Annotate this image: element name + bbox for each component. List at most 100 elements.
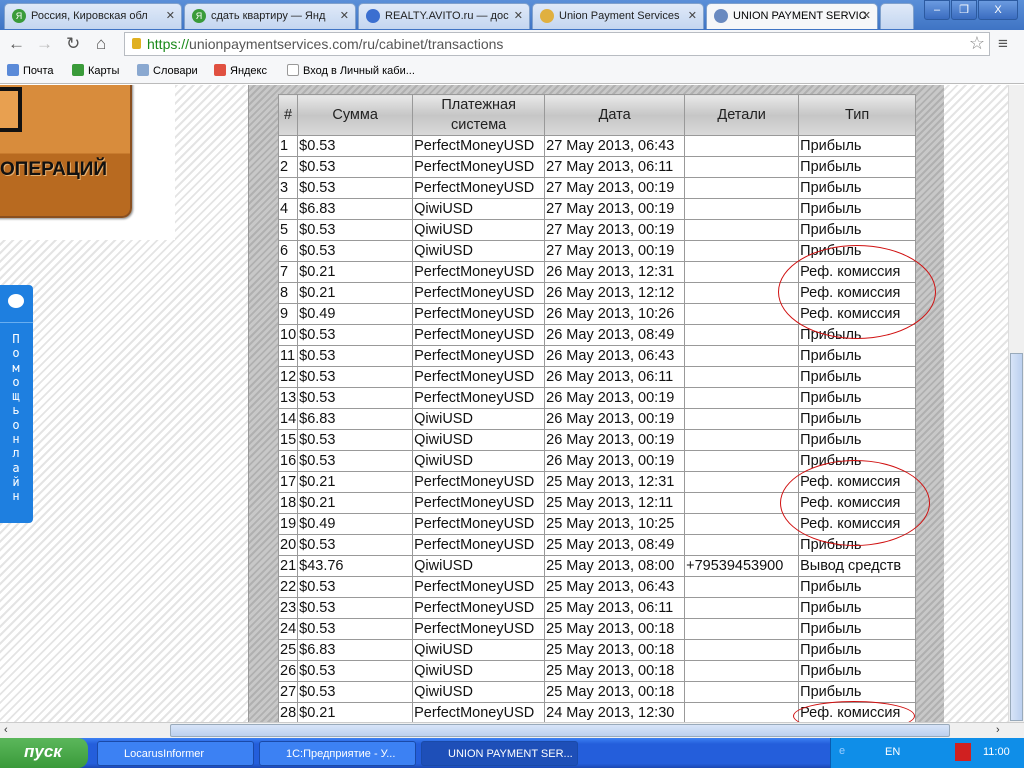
tab-ups-active[interactable]: UNION PAYMENT SERVIC ✕ bbox=[706, 3, 878, 29]
cell-details bbox=[684, 198, 800, 220]
close-tab-icon[interactable]: ✕ bbox=[514, 9, 523, 22]
avito-icon bbox=[366, 9, 380, 23]
new-tab-button[interactable] bbox=[880, 3, 914, 29]
chat-icon bbox=[8, 294, 24, 308]
cell-number: 6 bbox=[277, 240, 299, 262]
reload-icon[interactable]: ↻ bbox=[66, 34, 80, 54]
cell-type: Прибыль bbox=[798, 219, 917, 241]
cell-payment-system: QiwiUSD bbox=[412, 681, 546, 703]
menu-icon[interactable]: ≡ bbox=[998, 34, 1008, 54]
cell-details bbox=[684, 471, 800, 493]
tab-russia[interactable]: Я Россия, Кировская обл ✕ bbox=[4, 3, 182, 29]
taskbar-chrome[interactable]: UNION PAYMENT SER... bbox=[421, 741, 578, 766]
taskbar: пуск LocarusInformer 1С:Предприятие - У.… bbox=[0, 738, 1024, 768]
cell-details bbox=[684, 177, 800, 199]
bookmark-yandex[interactable]: Яндекс bbox=[214, 64, 267, 77]
cell-type: Прибыль bbox=[798, 681, 917, 703]
cell-amount: $0.53 bbox=[297, 597, 414, 619]
taskbar-1c[interactable]: 1С:Предприятие - У... bbox=[259, 741, 416, 766]
cell-number: 25 bbox=[277, 639, 299, 661]
star-icon[interactable]: ☆ bbox=[969, 33, 985, 54]
divider bbox=[0, 322, 33, 323]
cell-amount: $0.53 bbox=[297, 366, 414, 388]
cell-number: 3 bbox=[277, 177, 299, 199]
header-type: Тип bbox=[798, 94, 917, 136]
forward-icon[interactable]: → bbox=[36, 34, 53, 54]
book-icon bbox=[137, 64, 149, 76]
cell-number: 12 bbox=[277, 366, 299, 388]
cell-payment-system: PerfectMoneyUSD bbox=[412, 576, 546, 598]
table-row: 15 $0.53 QiwiUSD 26 May 2013, 00:19 Прибыль bbox=[277, 429, 917, 451]
horizontal-scrollbar[interactable]: ‹ › bbox=[0, 722, 1024, 738]
close-window-button[interactable]: X bbox=[978, 0, 1018, 20]
cell-amount: $0.53 bbox=[297, 156, 414, 178]
taskbar-locarus[interactable]: LocarusInformer bbox=[97, 741, 254, 766]
scroll-thumb[interactable] bbox=[1010, 353, 1023, 721]
minimize-button[interactable]: – bbox=[924, 0, 950, 20]
help-online-widget[interactable]: Помощь онлайн bbox=[0, 285, 33, 523]
bookmark-login[interactable]: Вход в Личный каби... bbox=[287, 64, 415, 77]
cell-date: 25 May 2013, 12:11 bbox=[544, 492, 686, 514]
home-icon[interactable]: ⌂ bbox=[96, 34, 106, 54]
header-details: Детали bbox=[684, 94, 800, 136]
tab-avito[interactable]: REALTY.AVITO.ru — дос ✕ bbox=[358, 3, 530, 29]
cell-type: Вывод средств bbox=[798, 555, 917, 577]
cell-payment-system: PerfectMoneyUSD bbox=[412, 387, 546, 409]
cell-payment-system: QiwiUSD bbox=[412, 408, 546, 430]
address-bar[interactable]: https://unionpaymentservices.com/ru/cabi… bbox=[124, 32, 990, 56]
table-header-row: # Сумма Платежная система Дата Детали Ти… bbox=[277, 94, 917, 136]
language-indicator[interactable]: EN bbox=[885, 746, 900, 758]
cell-type: Прибыль bbox=[798, 156, 917, 178]
ie-icon[interactable]: e bbox=[839, 745, 845, 757]
scroll-left-icon[interactable]: ‹ bbox=[4, 724, 8, 736]
yandex-icon bbox=[72, 64, 84, 76]
shield-icon bbox=[714, 9, 728, 23]
operations-logo[interactable]: ОПЕРАЦИЙ bbox=[0, 85, 132, 218]
scroll-right-icon[interactable]: › bbox=[996, 724, 1000, 736]
page-content: ОПЕРАЦИЙ Помощь онлайн # Сумма Платежная… bbox=[0, 85, 1008, 722]
bookmarks-bar: Почта Карты Словари Яндекс Вход в Личный… bbox=[0, 57, 1024, 84]
bookmark-mail[interactable]: Почта bbox=[7, 64, 54, 77]
cell-amount: $0.53 bbox=[297, 429, 414, 451]
cell-type: Прибыль bbox=[798, 429, 917, 451]
cell-details bbox=[684, 534, 800, 556]
cell-number: 28 bbox=[277, 702, 299, 722]
start-button[interactable]: пуск bbox=[0, 738, 88, 768]
cell-payment-system: QiwiUSD bbox=[412, 219, 546, 241]
cell-number: 16 bbox=[277, 450, 299, 472]
cell-payment-system: PerfectMoneyUSD bbox=[412, 303, 546, 325]
cell-payment-system: PerfectMoneyUSD bbox=[412, 492, 546, 514]
close-tab-icon[interactable]: ✕ bbox=[862, 9, 871, 22]
restore-button[interactable]: ❐ bbox=[951, 0, 977, 20]
close-tab-icon[interactable]: ✕ bbox=[166, 9, 175, 22]
vertical-scrollbar[interactable] bbox=[1008, 85, 1024, 722]
scroll-thumb[interactable] bbox=[170, 724, 950, 737]
cell-type: Прибыль bbox=[798, 135, 917, 157]
tab-rent[interactable]: Ясдать квартиру — Янд ✕ bbox=[184, 3, 356, 29]
cell-number: 18 bbox=[277, 492, 299, 514]
tab-ups[interactable]: Union Payment Services ✕ bbox=[532, 3, 704, 29]
mail-icon bbox=[7, 64, 19, 76]
cell-payment-system: PerfectMoneyUSD bbox=[412, 366, 546, 388]
bookmark-dictionaries[interactable]: Словари bbox=[137, 64, 198, 77]
cell-details bbox=[684, 513, 800, 535]
cell-details bbox=[684, 240, 800, 262]
kaspersky-icon[interactable] bbox=[955, 743, 971, 761]
cell-payment-system: QiwiUSD bbox=[412, 450, 546, 472]
cell-date: 25 May 2013, 00:18 bbox=[544, 639, 686, 661]
bookmark-maps[interactable]: Карты bbox=[72, 64, 119, 77]
cell-details bbox=[684, 366, 800, 388]
cell-details bbox=[684, 660, 800, 682]
close-tab-icon[interactable]: ✕ bbox=[688, 9, 697, 22]
back-icon[interactable]: ← bbox=[8, 34, 25, 54]
clipboard-icon bbox=[0, 87, 22, 132]
close-tab-icon[interactable]: ✕ bbox=[340, 9, 349, 22]
cell-details bbox=[684, 408, 800, 430]
cell-date: 26 May 2013, 06:43 bbox=[544, 345, 686, 367]
cell-date: 25 May 2013, 00:18 bbox=[544, 618, 686, 640]
cell-number: 5 bbox=[277, 219, 299, 241]
cell-payment-system: PerfectMoneyUSD bbox=[412, 471, 546, 493]
cell-amount: $0.21 bbox=[297, 282, 414, 304]
cell-details bbox=[684, 135, 800, 157]
cell-date: 27 May 2013, 00:19 bbox=[544, 177, 686, 199]
